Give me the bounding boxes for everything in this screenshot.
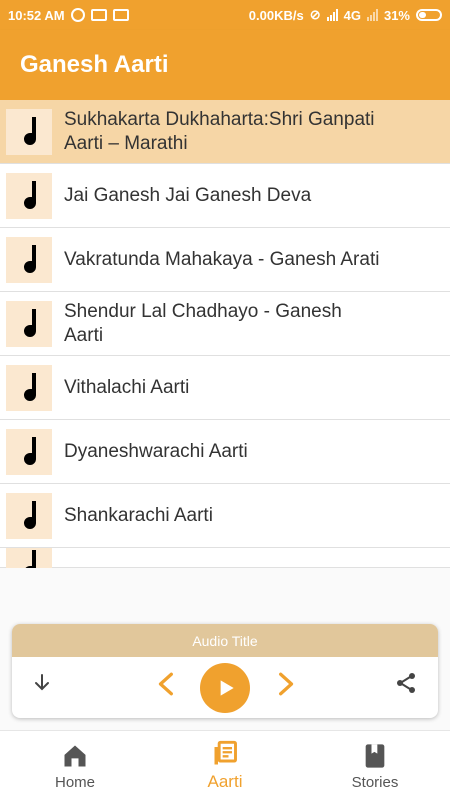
- audio-title: Audio Title: [12, 624, 438, 657]
- music-note-icon: [6, 364, 52, 411]
- list-item[interactable]: Sukhakarta Dukhaharta:Shri Ganpati Aarti…: [0, 100, 450, 164]
- list-item-partial[interactable]: [0, 547, 450, 568]
- list-item-label: Sukhakarta Dukhaharta:Shri Ganpati Aarti…: [64, 108, 375, 154]
- list-item[interactable]: Vithalachi Aarti: [0, 356, 450, 420]
- share-icon[interactable]: [392, 669, 420, 697]
- music-note-icon: [6, 300, 52, 347]
- music-note-icon: [6, 428, 52, 475]
- nav-stories-label: Stories: [351, 773, 399, 791]
- next-icon[interactable]: [270, 669, 300, 699]
- play-icon: [220, 680, 234, 696]
- music-note-icon: [6, 492, 52, 539]
- signal-icon: [326, 9, 338, 21]
- audio-player: Audio Title: [12, 624, 438, 718]
- network-speed: 0.00KB/s: [248, 7, 304, 23]
- book-icon: [365, 743, 385, 768]
- aarti-list: Sukhakarta Dukhaharta:Shri Ganpati Aarti…: [0, 100, 450, 568]
- library-icon: [214, 740, 237, 765]
- nav-home-label: Home: [54, 773, 95, 791]
- previous-icon[interactable]: [152, 669, 182, 699]
- network-type: 4G: [343, 7, 361, 23]
- music-note-icon: [6, 547, 52, 568]
- status-right: 0.00KB/s ⊘ 4G 31%: [249, 7, 442, 23]
- home-icon: [64, 745, 86, 766]
- bottom-navigation: Home Aarti Stories: [0, 730, 450, 800]
- download-icon[interactable]: [28, 669, 56, 697]
- list-item-label: Shendur Lal Chadhayo - Ganesh Aarti: [64, 300, 342, 346]
- list-item-label: Jai Ganesh Jai Ganesh Deva: [64, 184, 312, 206]
- list-item[interactable]: Shankarachi Aarti: [0, 484, 450, 548]
- status-left: 10:52 AM: [8, 8, 129, 23]
- music-note-icon: [6, 108, 52, 155]
- nav-stories[interactable]: Stories: [300, 731, 450, 800]
- list-item-label: Vakratunda Mahakaya - Ganesh Arati: [64, 248, 380, 270]
- status-time: 10:52 AM: [8, 7, 65, 23]
- play-button[interactable]: [200, 663, 250, 713]
- signal-icon-2: [366, 9, 378, 21]
- list-item-label: Dyaneshwarachi Aarti: [64, 440, 248, 462]
- list-item[interactable]: Vakratunda Mahakaya - Ganesh Arati: [0, 228, 450, 292]
- nav-aarti-label: Aarti: [207, 772, 243, 791]
- whatsapp-icon: [70, 8, 85, 22]
- music-note-icon: [6, 172, 52, 219]
- alarm-off-icon: ⊘: [309, 7, 321, 22]
- battery-percent: 31%: [383, 7, 410, 23]
- page-title: Ganesh Aarti: [20, 51, 169, 78]
- list-item[interactable]: Jai Ganesh Jai Ganesh Deva: [0, 164, 450, 228]
- player-controls: [12, 657, 438, 718]
- list-item-label: Shankarachi Aarti: [64, 504, 213, 526]
- list-item[interactable]: Dyaneshwarachi Aarti: [0, 420, 450, 484]
- list-item-label: Vithalachi Aarti: [64, 376, 190, 398]
- list-item[interactable]: Shendur Lal Chadhayo - Ganesh Aarti: [0, 292, 450, 356]
- status-bar: 10:52 AM 0.00KB/s ⊘ 4G 31%: [0, 0, 450, 30]
- nav-home[interactable]: Home: [0, 731, 150, 800]
- app-bar: Ganesh Aarti: [0, 30, 450, 100]
- gmail-icon: [90, 9, 107, 21]
- gmail-icon: [112, 9, 129, 21]
- nav-aarti[interactable]: Aarti: [150, 731, 300, 800]
- music-note-icon: [6, 236, 52, 283]
- battery-icon: [416, 9, 442, 21]
